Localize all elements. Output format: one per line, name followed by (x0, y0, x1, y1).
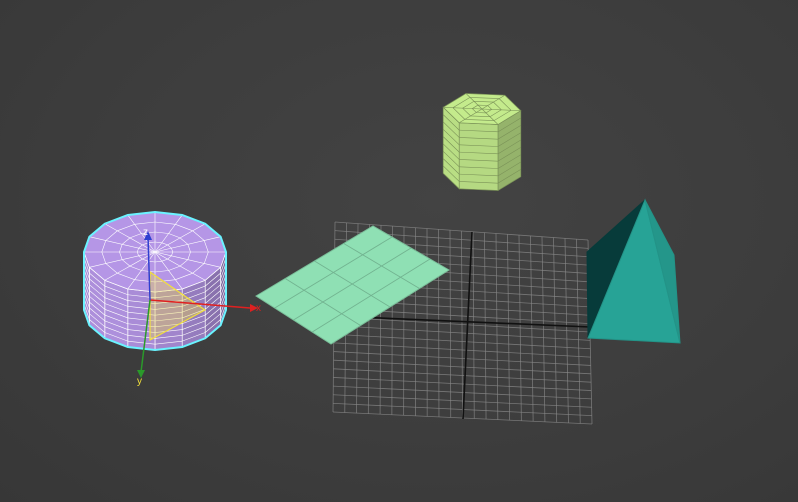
gizmo-z-label: z (143, 227, 148, 238)
grid-axis-y (462, 231, 473, 420)
gizmo-y-label: y (137, 376, 142, 387)
side-face (458, 122, 499, 191)
hexagon-cylinder-object[interactable] (442, 93, 522, 192)
viewport-scene[interactable]: x y z (0, 0, 798, 502)
pyramid-object[interactable] (586, 198, 681, 344)
plane-object[interactable] (255, 225, 450, 345)
3d-viewport[interactable]: x y z (0, 0, 798, 502)
plane-surface (255, 225, 450, 345)
gizmo-x-label: x (256, 303, 261, 314)
